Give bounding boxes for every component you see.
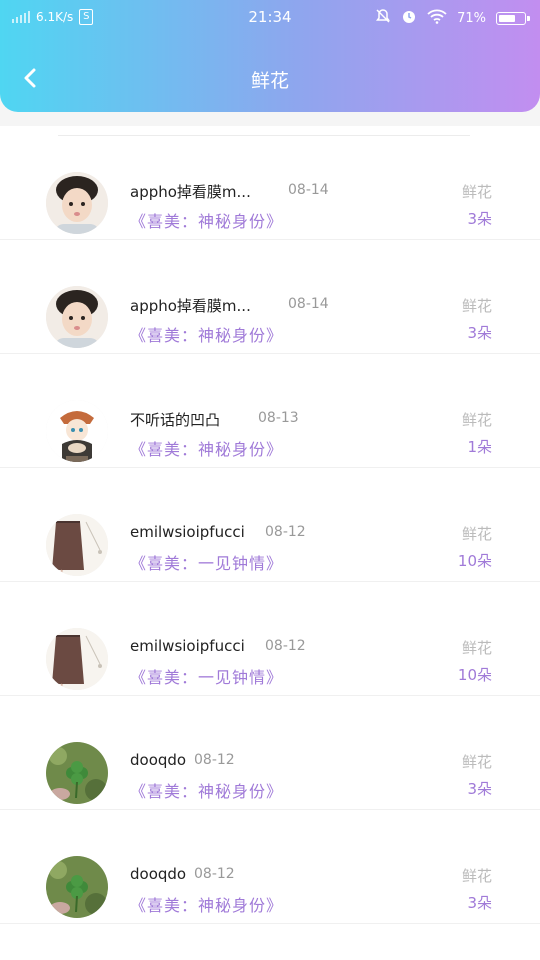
gift-description: 《喜美：神秘身份》: [130, 896, 284, 915]
gift-type-label: 鲜花: [461, 525, 492, 543]
gift-type-label: 鲜花: [461, 183, 492, 201]
user-name[interactable]: appho掉看膜m...: [130, 295, 251, 316]
list-item[interactable]: 不听话的凹凸 08-13 《喜美：神秘身份》 鲜花 1朵: [0, 354, 540, 468]
list-item[interactable]: emilwsioipfucci 08-12 《喜美：一见钟情》 鲜花 10朵: [0, 582, 540, 696]
gift-date: 08-13: [258, 410, 299, 426]
list-item[interactable]: appho掉看膜m... 08-14 《喜美：神秘身份》 鲜花 3朵: [0, 126, 540, 240]
gift-count: 3朵: [467, 780, 492, 798]
avatar[interactable]: [46, 742, 108, 804]
mute-bell-icon: [375, 8, 391, 28]
gift-count: 1朵: [467, 438, 492, 456]
gift-type-label: 鲜花: [461, 639, 492, 657]
page-title: 鲜花: [250, 70, 289, 92]
list-item[interactable]: emilwsioipfucci 08-12 《喜美：一见钟情》 鲜花 10朵: [0, 468, 540, 582]
gift-type-label: 鲜花: [461, 411, 492, 429]
status-bar: 6.1K/s S 21:34 71%: [0, 0, 540, 36]
gift-date: 08-14: [288, 296, 329, 312]
gift-description: 《喜美：一见钟情》: [130, 554, 284, 573]
gift-description: 《喜美：一见钟情》: [130, 668, 284, 687]
list-item[interactable]: appho掉看膜m... 08-14 《喜美：神秘身份》 鲜花 3朵: [0, 240, 540, 354]
gift-type-label: 鲜花: [461, 867, 492, 885]
list-item[interactable]: dooqdo 08-12 《喜美：神秘身份》 鲜花 3朵: [0, 810, 540, 924]
gift-description: 《喜美：神秘身份》: [130, 440, 284, 459]
avatar[interactable]: [46, 514, 108, 576]
battery-percent: 71%: [457, 10, 486, 26]
avatar[interactable]: [46, 286, 108, 348]
avatar[interactable]: [46, 856, 108, 918]
gift-type-label: 鲜花: [461, 753, 492, 771]
battery-icon: [496, 11, 530, 25]
nav-bar: 鲜花: [0, 56, 540, 104]
gift-date: 08-12: [265, 638, 306, 654]
user-name[interactable]: appho掉看膜m...: [130, 181, 251, 202]
avatar[interactable]: [46, 628, 108, 690]
alarm-icon: [401, 8, 417, 28]
wifi-icon: [427, 8, 447, 28]
user-name[interactable]: emilwsioipfucci: [130, 637, 245, 655]
user-name[interactable]: dooqdo: [130, 751, 186, 769]
avatar[interactable]: [46, 172, 108, 234]
gift-count: 3朵: [467, 894, 492, 912]
gift-date: 08-12: [265, 524, 306, 540]
gift-type-label: 鲜花: [461, 297, 492, 315]
avatar[interactable]: [46, 400, 108, 462]
user-name[interactable]: 不听话的凹凸: [130, 409, 220, 430]
gift-description: 《喜美：神秘身份》: [130, 212, 284, 231]
gift-description: 《喜美：神秘身份》: [130, 782, 284, 801]
gift-description: 《喜美：神秘身份》: [130, 326, 284, 345]
gift-count: 10朵: [457, 666, 492, 684]
list-item[interactable]: dooqdo 08-12 《喜美：神秘身份》 鲜花 3朵: [0, 696, 540, 810]
gift-date: 08-14: [288, 182, 329, 198]
gift-count: 3朵: [467, 324, 492, 342]
gift-count: 10朵: [457, 552, 492, 570]
status-right: 71%: [375, 8, 530, 28]
app-header: 6.1K/s S 21:34 71% 鲜花: [0, 0, 540, 112]
user-name[interactable]: emilwsioipfucci: [130, 523, 245, 541]
gift-date: 08-12: [194, 866, 235, 882]
gift-count: 3朵: [467, 210, 492, 228]
gift-date: 08-12: [194, 752, 235, 768]
flower-gift-list: appho掉看膜m... 08-14 《喜美：神秘身份》 鲜花 3朵 appho…: [0, 126, 540, 960]
user-name[interactable]: dooqdo: [130, 865, 186, 883]
